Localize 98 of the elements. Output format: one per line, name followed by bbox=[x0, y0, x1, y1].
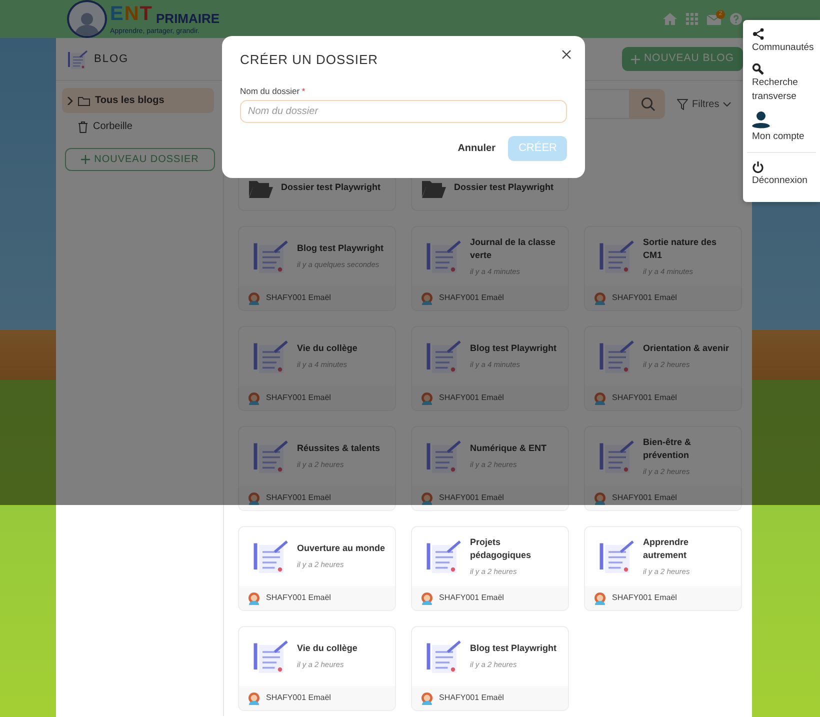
chevron-right-icon bbox=[67, 96, 73, 104]
author-name: SHAFY001 Emaël bbox=[439, 392, 504, 404]
avatar-icon bbox=[248, 592, 260, 604]
notepad-icon bbox=[252, 638, 289, 675]
author-name: SHAFY001 Emaël bbox=[266, 492, 331, 504]
new-folder-button[interactable]: NOUVEAU DOSSIER bbox=[65, 148, 215, 171]
brand-suffix: PRIMAIRE bbox=[156, 12, 220, 24]
cancel-button[interactable]: Annuler bbox=[458, 141, 496, 156]
blog-title: Blog test Playwright bbox=[297, 242, 384, 256]
author-name: SHAFY001 Emaël bbox=[439, 592, 504, 604]
close-icon bbox=[562, 50, 571, 59]
chevron-down-icon bbox=[723, 102, 732, 106]
avatar-icon bbox=[594, 492, 606, 504]
plus-icon bbox=[81, 155, 90, 164]
page-title: BLOG bbox=[94, 52, 129, 67]
author-name: SHAFY001 Emaël bbox=[612, 492, 677, 504]
folder-icon bbox=[422, 178, 446, 198]
filter-icon bbox=[677, 98, 688, 110]
author-name: SHAFY001 Emaël bbox=[439, 692, 504, 704]
notepad-icon bbox=[425, 538, 462, 575]
author-name: SHAFY001 Emaël bbox=[439, 292, 504, 304]
blog-title: Projets pédagogiques bbox=[470, 536, 532, 562]
sidebar-item[interactable]: Corbeille bbox=[62, 114, 214, 139]
folder-icon bbox=[249, 178, 273, 198]
author-name: SHAFY001 Emaël bbox=[266, 392, 331, 404]
person-silhouette-icon bbox=[73, 10, 101, 36]
apps-nav-button[interactable] bbox=[686, 13, 698, 25]
blog-title: Orientation & avenir bbox=[643, 342, 730, 356]
notepad-icon bbox=[425, 438, 462, 475]
plus-icon bbox=[630, 54, 640, 64]
notepad-icon bbox=[598, 438, 635, 475]
avatar-icon bbox=[248, 392, 260, 404]
help-nav-button[interactable] bbox=[730, 13, 742, 25]
notepad-icon bbox=[598, 538, 635, 575]
mail-icon bbox=[707, 14, 721, 24]
notepad-icon bbox=[425, 238, 462, 275]
folder-name: Dossier test Playwright bbox=[454, 181, 554, 194]
trash-icon bbox=[78, 120, 88, 132]
avatar-icon bbox=[594, 392, 606, 404]
avatar-icon bbox=[421, 392, 433, 404]
notepad-icon bbox=[252, 438, 289, 475]
close-button[interactable] bbox=[562, 50, 571, 59]
avatar-icon bbox=[421, 292, 433, 304]
filter-dropdown[interactable]: Filtres bbox=[677, 96, 732, 112]
sidebar-item[interactable]: Tous les blogs bbox=[62, 88, 214, 113]
home-icon bbox=[663, 13, 677, 25]
avatar-icon bbox=[421, 492, 433, 504]
blog-title: Ouverture au monde bbox=[297, 542, 386, 556]
blog-title: Blog test Playwright bbox=[470, 642, 557, 656]
author-name: SHAFY001 Emaël bbox=[439, 492, 504, 504]
avatar-icon bbox=[421, 592, 433, 604]
author-name: SHAFY001 Emaël bbox=[612, 592, 677, 604]
search-button[interactable] bbox=[630, 89, 665, 119]
avatar-icon bbox=[248, 692, 260, 704]
avatar-icon bbox=[248, 492, 260, 504]
search-icon bbox=[752, 62, 764, 75]
author-name: SHAFY001 Emaël bbox=[612, 292, 677, 304]
search-icon bbox=[640, 97, 654, 111]
avatar-icon bbox=[248, 292, 260, 304]
author-name: SHAFY001 Emaël bbox=[266, 592, 331, 604]
blog-title: Vie du collège bbox=[297, 642, 358, 656]
modal-title: CRÉER UN DOSSIER bbox=[240, 52, 380, 68]
avatar-icon bbox=[421, 692, 433, 704]
notepad-icon bbox=[425, 638, 462, 675]
folder-icon bbox=[78, 96, 90, 106]
notepad-icon bbox=[252, 538, 289, 575]
account-menu-item[interactable]: Mon compte bbox=[752, 111, 816, 144]
field-label: Nom du dossier * bbox=[240, 84, 306, 98]
search-menu-item[interactable]: Recherche transverse bbox=[752, 62, 816, 104]
blog-title: Numérique & ENT bbox=[470, 442, 547, 456]
apps-grid-icon bbox=[686, 13, 698, 25]
folder-name: Dossier test Playwright bbox=[281, 181, 381, 194]
blog-title: Journal de la classe verte bbox=[470, 236, 557, 262]
communities-menu-item[interactable]: Communautés bbox=[752, 28, 816, 55]
blog-title: Réussites & talents bbox=[297, 442, 380, 456]
help-icon bbox=[730, 13, 742, 25]
notepad-icon bbox=[598, 338, 635, 375]
folder-name-field[interactable]: Nom du dossier bbox=[240, 100, 567, 124]
notepad-icon bbox=[598, 238, 635, 275]
avatar-icon bbox=[594, 592, 606, 604]
notepad-icon bbox=[252, 238, 289, 275]
person-icon bbox=[752, 111, 770, 130]
home-nav-button[interactable] bbox=[663, 13, 677, 25]
blog-title: Vie du collège bbox=[297, 342, 358, 356]
blog-title: Bien-être & prévention bbox=[643, 436, 692, 462]
blog-title: Blog test Playwright bbox=[470, 342, 557, 356]
avatar-icon bbox=[594, 292, 606, 304]
blog-title: Sortie nature des CM1 bbox=[643, 236, 718, 262]
logout-menu-item[interactable]: Déconnexion bbox=[747, 152, 816, 188]
blog-title: Apprendre autrement bbox=[643, 536, 690, 562]
power-icon bbox=[752, 161, 764, 174]
author-name: SHAFY001 Emaël bbox=[266, 292, 331, 304]
notepad-icon bbox=[252, 338, 289, 375]
notepad-icon bbox=[425, 338, 462, 375]
notepad-icon bbox=[67, 48, 88, 70]
author-name: SHAFY001 Emaël bbox=[266, 692, 331, 704]
share-icon bbox=[752, 28, 764, 40]
author-name: SHAFY001 Emaël bbox=[612, 392, 677, 404]
